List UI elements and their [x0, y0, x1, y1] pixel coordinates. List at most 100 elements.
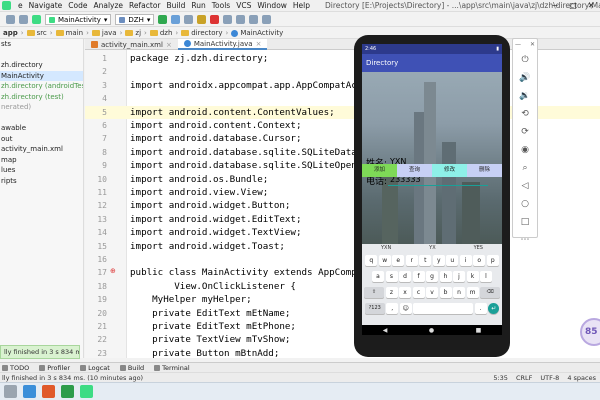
minimize-icon[interactable]: — [515, 41, 521, 48]
volume-up-icon[interactable]: 🔊 [519, 72, 531, 84]
tree-item[interactable]: zh.directory (test) [0, 92, 83, 103]
more-icon[interactable]: ⋯ [519, 234, 531, 246]
keyboard-key[interactable]: ☺ [399, 303, 412, 314]
tree-item[interactable]: sts [0, 39, 83, 50]
close-icon[interactable]: × [256, 40, 262, 48]
code-line[interactable]: 22 private TextView mTvShow; [85, 333, 600, 346]
keyboard-key[interactable]: r [405, 255, 418, 266]
code-line[interactable]: 23 private Button mBtnAdd; [85, 347, 600, 358]
delete-button[interactable]: 删除 [467, 164, 502, 177]
breadcrumb-item[interactable]: directory [178, 29, 225, 37]
keyboard-key[interactable]: u [446, 255, 459, 266]
menu-item-navigate[interactable]: Navigate [26, 1, 66, 10]
tree-item[interactable]: awable [0, 123, 83, 134]
run-icon[interactable] [158, 15, 168, 24]
line-separator[interactable]: CRLF [512, 374, 536, 382]
keyboard-key[interactable]: w [378, 255, 391, 266]
rotate-left-icon[interactable]: ⟲ [519, 108, 531, 120]
keyboard-key[interactable]: o [473, 255, 486, 266]
stop-icon[interactable] [210, 15, 220, 24]
keyboard-key[interactable] [413, 303, 474, 314]
keyboard-key[interactable]: n [453, 287, 465, 298]
menu-item-build[interactable]: Build [164, 1, 189, 10]
tool-tab-profiler[interactable]: Profiler [39, 364, 70, 372]
tool-tab-logcat[interactable]: Logcat [80, 364, 110, 372]
keyboard-key[interactable]: ↵ [488, 303, 500, 314]
run-config-select[interactable]: MainActivity ▾ [45, 14, 112, 25]
indent-setting[interactable]: 4 spaces [563, 374, 600, 382]
keyboard-key[interactable]: m [466, 287, 479, 298]
menu-item-help[interactable]: Help [290, 1, 313, 10]
menu-item-tools[interactable]: Tools [209, 1, 233, 10]
tree-item[interactable]: map [0, 155, 83, 166]
build-notification[interactable]: lly finished in 3 s 834 ms. [0, 345, 80, 359]
tool-tab-build[interactable]: Build [119, 364, 144, 372]
tab-main-activity-java[interactable]: MainActivity.java × [177, 39, 268, 50]
breadcrumb-item[interactable]: java [89, 29, 120, 37]
attach-icon[interactable] [197, 15, 207, 24]
breadcrumb-item[interactable]: main [53, 29, 87, 37]
code-line[interactable]: 18 View.OnClickListener { [85, 280, 600, 293]
keyboard-key[interactable]: t [419, 255, 432, 266]
tree-item[interactable]: zh.directory [0, 60, 83, 71]
menu-item-code[interactable]: Code [65, 1, 90, 10]
breadcrumb-item[interactable]: app [0, 29, 21, 37]
overview-icon[interactable]: □ [519, 216, 531, 228]
sync-icon[interactable] [223, 15, 233, 24]
zoom-icon[interactable]: ⌕ [519, 162, 531, 174]
add-button[interactable]: 添加 [362, 164, 397, 177]
keyboard-key[interactable]: b [439, 287, 452, 298]
menu-item-vcs[interactable]: VCS [233, 1, 254, 10]
tool-tab-terminal[interactable]: Terminal [154, 364, 190, 372]
android-studio-taskbar-icon[interactable] [80, 385, 93, 398]
keyboard-key[interactable]: d [399, 271, 411, 282]
debug-icon[interactable] [171, 15, 181, 24]
keyboard-key[interactable]: . [474, 303, 487, 314]
avd-manager-icon[interactable] [236, 15, 246, 24]
keyboard-key[interactable]: c [412, 287, 425, 298]
menu-item-run[interactable]: Run [188, 1, 208, 10]
profile-icon[interactable] [184, 15, 194, 24]
screenshot-icon[interactable]: ◉ [519, 144, 531, 156]
keyboard-key[interactable]: p [486, 255, 499, 266]
suggestion-item[interactable]: YX [429, 244, 435, 253]
back-icon[interactable]: ◁ [519, 180, 531, 192]
keyboard-key[interactable]: k [466, 271, 479, 282]
minimize-icon[interactable]: − [546, 0, 564, 11]
floating-logo[interactable]: 85 [580, 318, 600, 346]
hammer-icon[interactable] [32, 15, 41, 24]
tool-tab-todo[interactable]: TODO [2, 364, 29, 372]
keyboard-key[interactable]: q [365, 255, 378, 266]
code-line[interactable]: 19 MyHelper myHelper; [85, 293, 600, 306]
keyboard-key[interactable]: ⇧ [364, 287, 384, 298]
rotate-right-icon[interactable]: ⟳ [519, 126, 531, 138]
menu-item-file[interactable]: e [15, 1, 26, 10]
keyboard-key[interactable]: , [386, 303, 399, 314]
tree-item[interactable] [0, 50, 83, 61]
tree-item[interactable]: MainActivity [0, 70, 83, 81]
breadcrumb-item[interactable]: zj [122, 29, 144, 37]
close-icon[interactable]: ✕ [530, 41, 535, 48]
menu-item-refactor[interactable]: Refactor [126, 1, 163, 10]
sdk-manager-icon[interactable] [249, 15, 259, 24]
tab-activity-main-xml[interactable]: activity_main.xml × [85, 39, 178, 50]
keyboard-key[interactable]: ⌫ [480, 287, 500, 298]
keyboard-key[interactable]: s [385, 271, 398, 282]
tree-item[interactable]: nerated) [0, 102, 83, 113]
menu-item-window[interactable]: Window [254, 1, 290, 10]
suggestion-item[interactable]: YXN [381, 244, 391, 253]
tree-item[interactable]: lues [0, 165, 83, 176]
camera-app-icon[interactable] [23, 385, 36, 398]
query-button[interactable]: 查询 [397, 164, 432, 177]
code-line[interactable]: 20 private EditText mEtName; [85, 307, 600, 320]
volume-down-icon[interactable]: 🔉 [519, 90, 531, 102]
code-line[interactable]: 16 [85, 253, 600, 266]
browser-icon[interactable] [42, 385, 55, 398]
keyboard-key[interactable]: i [459, 255, 472, 266]
close-icon[interactable]: ✕ [582, 0, 600, 11]
keyboard-key[interactable]: l [480, 271, 492, 282]
keyboard-key[interactable]: x [399, 287, 411, 298]
tree-item[interactable]: zh.directory (androidTest) [0, 81, 83, 92]
power-icon[interactable]: ⏻ [519, 54, 531, 66]
breadcrumb-item[interactable]: MainActivity [228, 29, 286, 37]
